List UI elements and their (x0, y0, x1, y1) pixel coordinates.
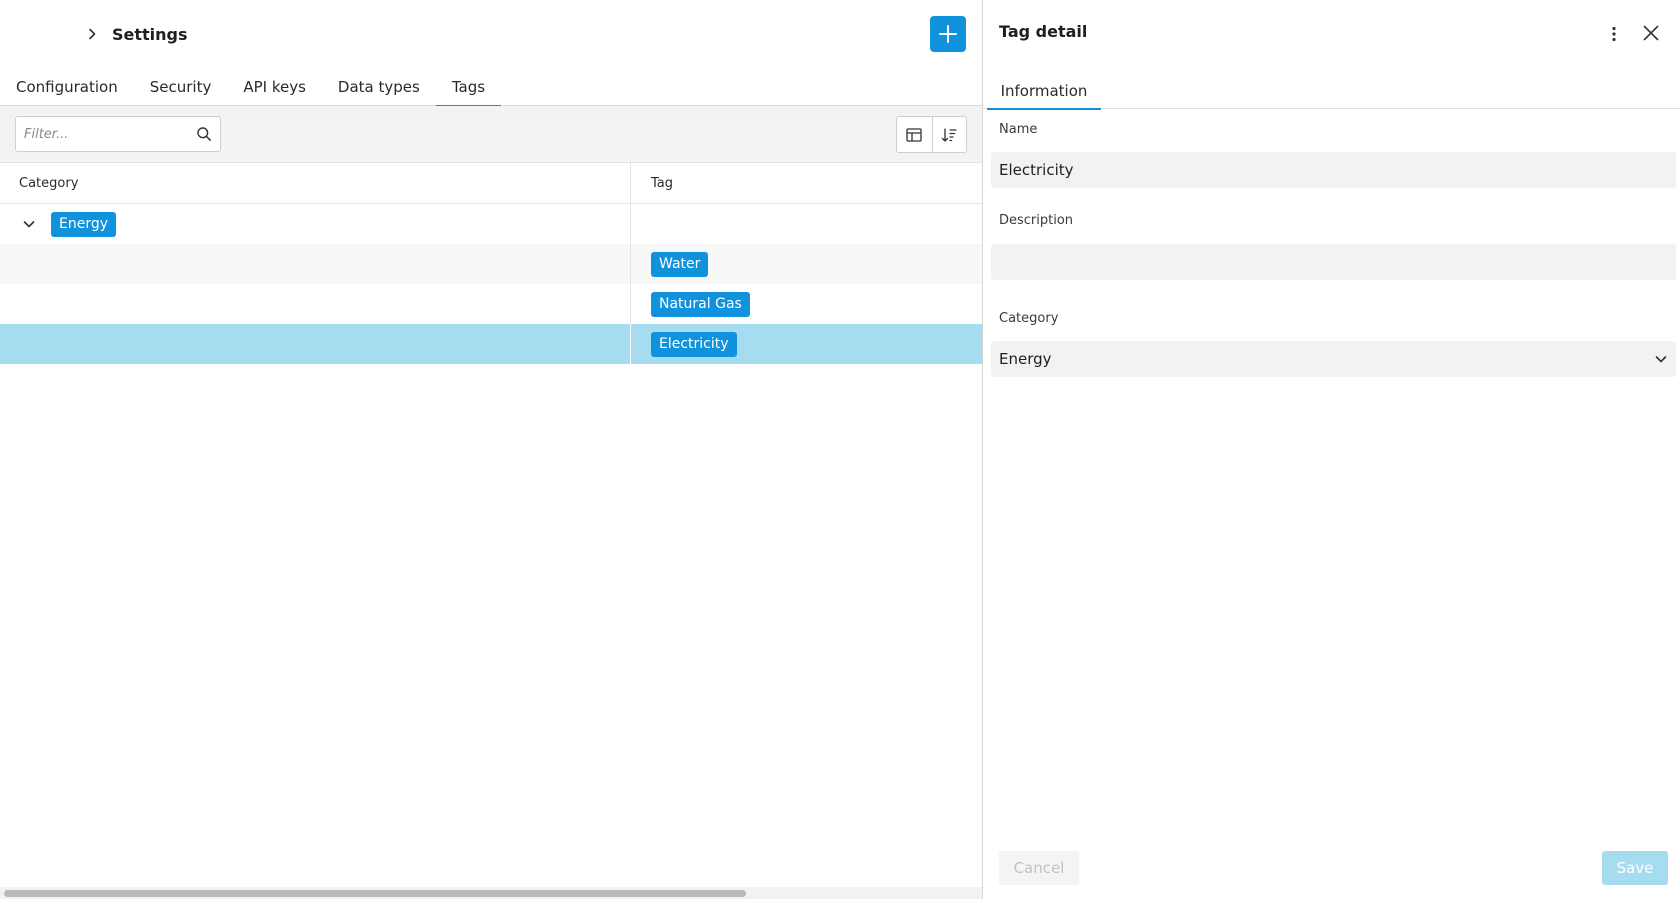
detail-title: Tag detail (999, 22, 1088, 41)
horizontal-scrollbar[interactable] (0, 887, 982, 899)
category-cell (0, 324, 631, 364)
tab-tags[interactable]: Tags (435, 68, 502, 107)
tag-pill: Water (651, 251, 709, 277)
chevron-down-icon (1655, 356, 1667, 363)
table-row[interactable]: Natural Gas (0, 284, 982, 324)
chevron-right-icon[interactable] (84, 26, 100, 42)
sort-button[interactable] (931, 117, 967, 152)
category-select[interactable]: Energy (991, 341, 1676, 377)
save-button[interactable]: Save (1602, 851, 1668, 885)
tab-security[interactable]: Security (134, 68, 228, 106)
page-title: Settings (112, 24, 188, 44)
tab-configuration[interactable]: Configuration (0, 68, 134, 106)
filter-box (15, 116, 221, 152)
description-field[interactable] (991, 244, 1676, 280)
view-options (896, 116, 967, 153)
tag-pill: Electricity (651, 331, 737, 357)
settings-tabs: Configuration Security API keys Data typ… (0, 68, 982, 107)
close-button[interactable] (1637, 19, 1665, 47)
table-layout-icon (906, 127, 922, 142)
category-select-value: Energy (999, 350, 1052, 368)
plus-icon (939, 25, 957, 43)
name-label: Name (999, 122, 1038, 137)
detail-tabs: Information (983, 72, 1680, 110)
category-label: Category (999, 311, 1059, 326)
tag-cell: Natural Gas (631, 284, 982, 324)
column-header-category[interactable]: Category (0, 163, 631, 203)
filter-input[interactable] (16, 117, 186, 151)
tag-pill: Natural Gas (651, 291, 750, 317)
column-layout-button[interactable] (897, 117, 932, 152)
group-tag-cell (631, 204, 982, 244)
sort-icon (942, 127, 957, 142)
search-icon[interactable] (196, 126, 212, 142)
group-cell: Energy (0, 204, 631, 244)
chevron-down-icon[interactable] (22, 217, 36, 231)
grid-toolbar (0, 106, 982, 163)
tag-cell: Water (631, 244, 982, 284)
more-vertical-icon (1612, 26, 1616, 42)
scrollbar-thumb[interactable] (4, 890, 746, 897)
description-label: Description (999, 213, 1074, 228)
group-row-energy[interactable]: Energy (0, 204, 982, 244)
top-bar: Settings (0, 0, 982, 68)
table-row[interactable]: Water (0, 244, 982, 284)
category-cell (0, 244, 631, 284)
close-icon (1643, 25, 1659, 41)
tab-api-keys[interactable]: API keys (227, 68, 322, 106)
breadcrumb: Settings (84, 18, 188, 50)
column-header-tag[interactable]: Tag (631, 163, 982, 203)
tab-data-types[interactable]: Data types (322, 68, 436, 106)
tab-information[interactable]: Information (987, 72, 1101, 110)
settings-pane: Settings Configuration Security API keys… (0, 0, 982, 899)
tag-detail-panel: Tag detail Information Name Description … (983, 0, 1680, 899)
table-row-selected[interactable]: Electricity (0, 324, 982, 364)
tags-grid: Category Tag Energy Water Natural Gas El… (0, 163, 982, 364)
name-field[interactable] (991, 152, 1676, 188)
grid-header: Category Tag (0, 163, 982, 204)
category-pill: Energy (51, 211, 117, 237)
add-tag-button[interactable] (930, 16, 966, 52)
more-options-button[interactable] (1600, 20, 1628, 48)
tag-cell: Electricity (631, 324, 982, 364)
cancel-button[interactable]: Cancel (999, 851, 1079, 885)
category-cell (0, 284, 631, 324)
